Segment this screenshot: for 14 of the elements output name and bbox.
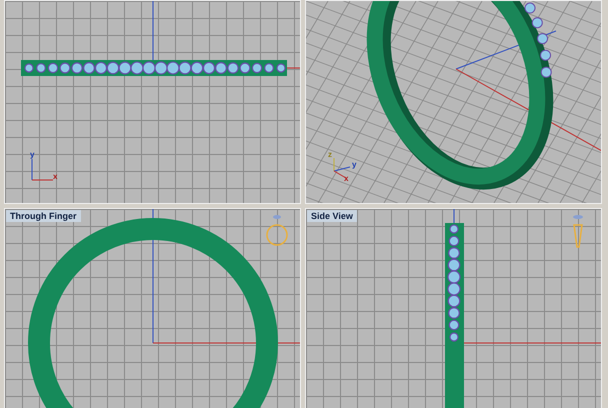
- axis-tripod-icon: [31, 159, 53, 181]
- viewport[interactable]: Side View: [305, 208, 602, 408]
- axis-label: x: [344, 175, 348, 183]
- axis-label: x: [53, 173, 58, 181]
- viewport-label[interactable]: Through Finger: [6, 210, 80, 222]
- gizmo-icon: [573, 215, 583, 248]
- axis-label: z: [328, 151, 332, 159]
- axis-label: y: [352, 161, 356, 169]
- gizmo-icon: [266, 215, 288, 246]
- axis-label: y: [30, 151, 34, 159]
- viewport-label[interactable]: Side View: [307, 210, 357, 222]
- viewport[interactable]: z y x: [305, 0, 602, 204]
- viewport[interactable]: y x: [4, 0, 301, 204]
- viewport[interactable]: Through Finger: [4, 208, 301, 408]
